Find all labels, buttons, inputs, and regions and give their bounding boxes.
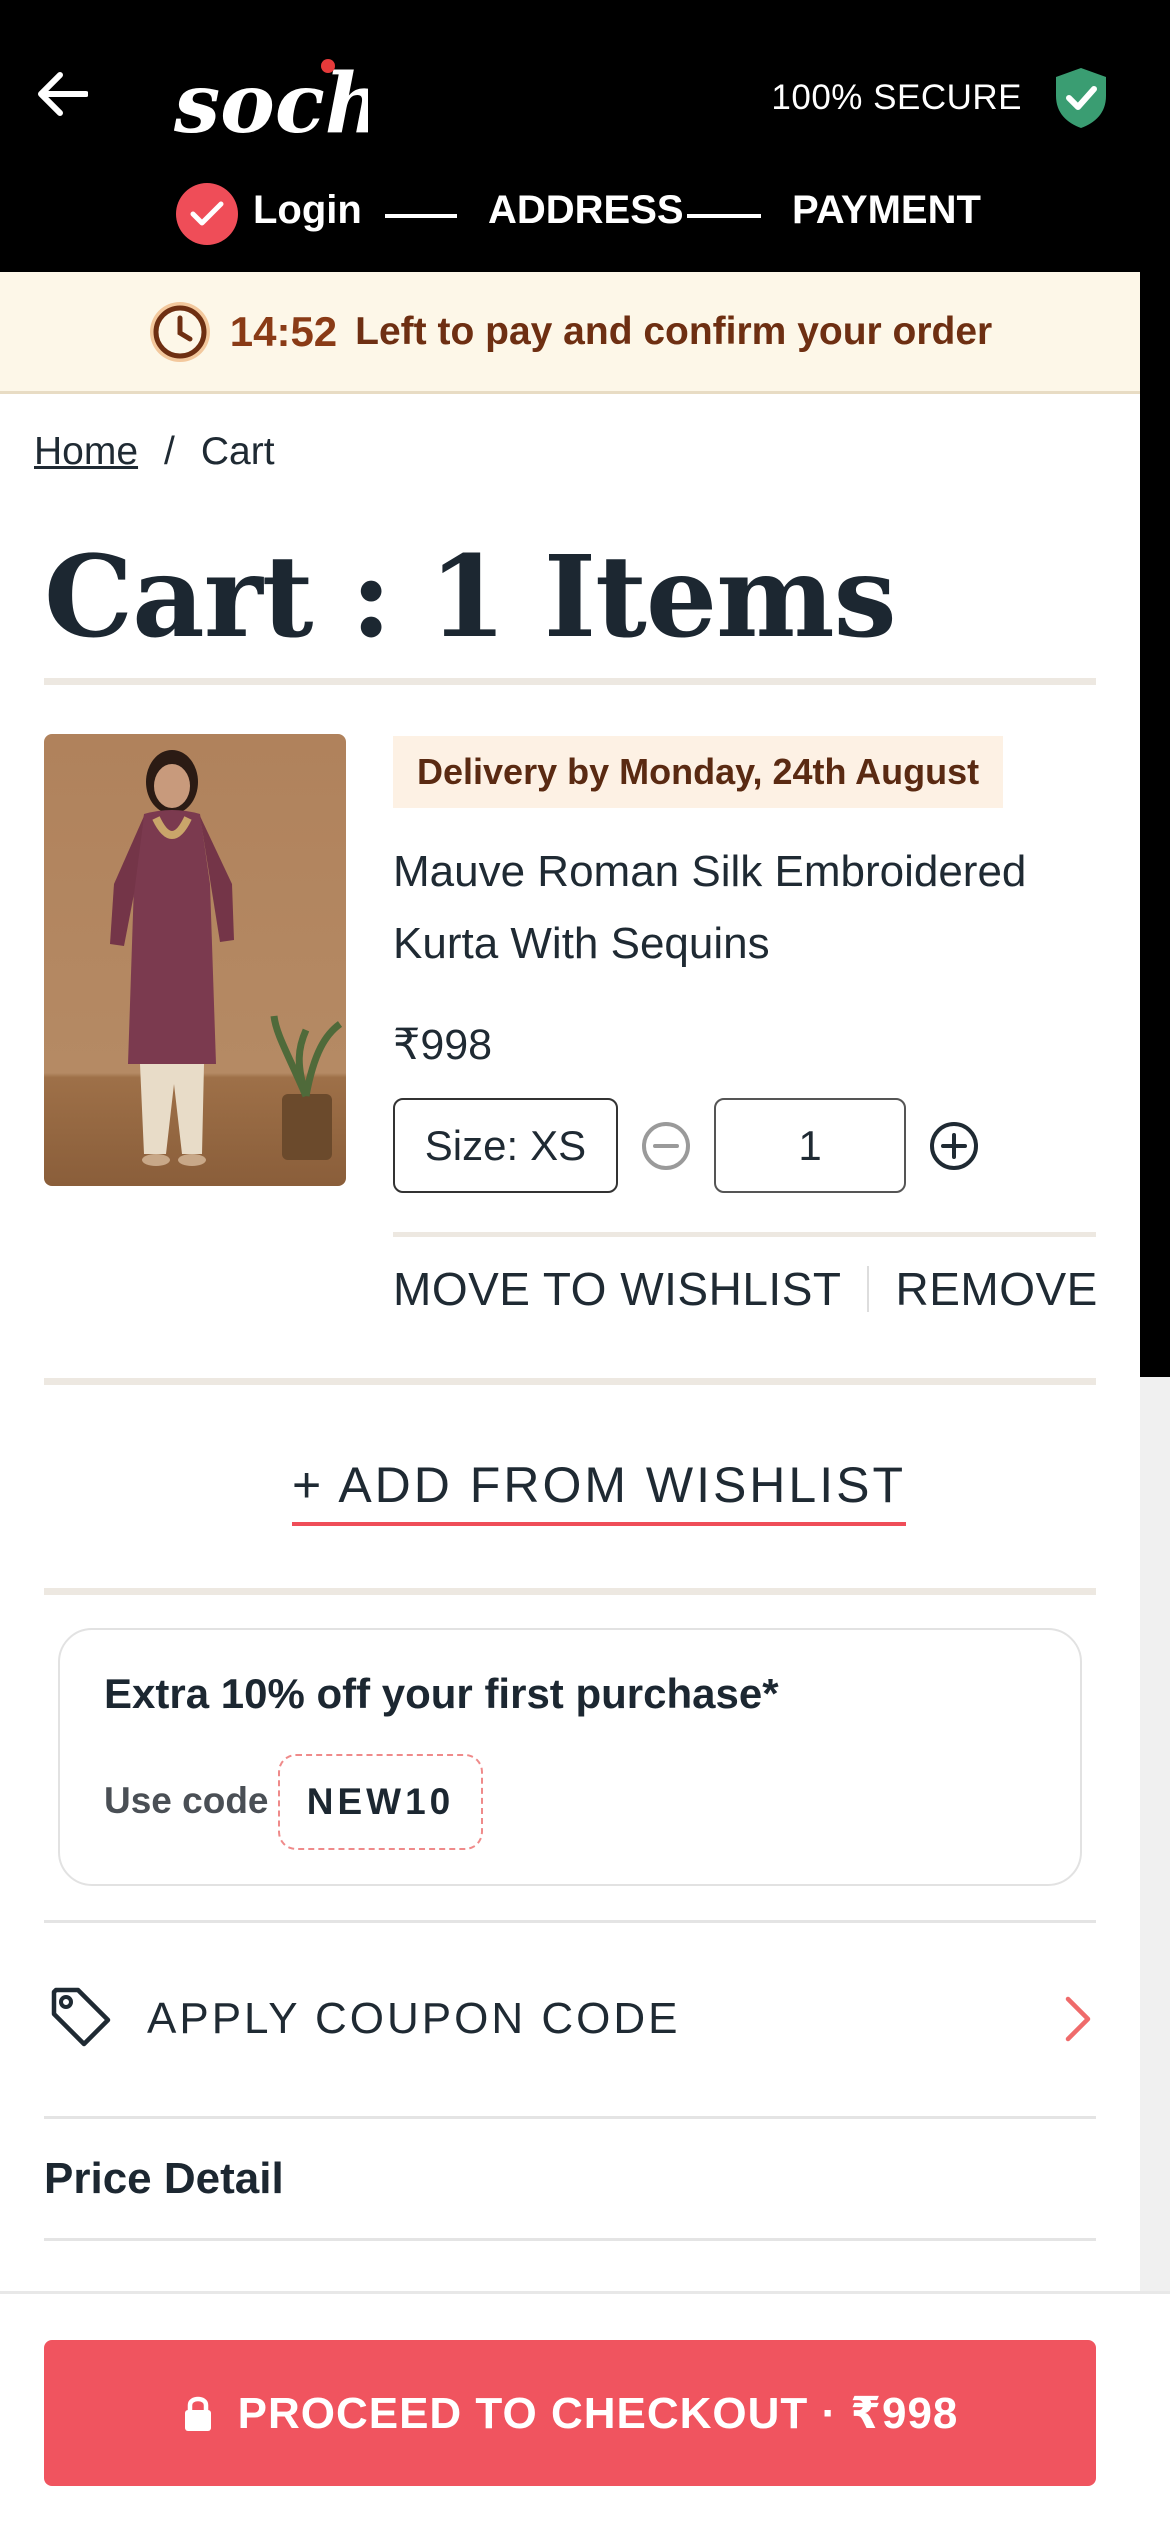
divider (44, 2116, 1096, 2119)
tag-icon (51, 1987, 111, 2047)
decrease-quantity-button[interactable] (640, 1120, 692, 1172)
apply-coupon-label: APPLY COUPON CODE (147, 1994, 681, 2043)
quantity-field[interactable]: 1 (714, 1098, 906, 1193)
checkout-header: soch 100% SECURE Login ADDRESS PAYMENT (0, 0, 1170, 272)
secure-indicator: 100% SECURE (771, 66, 1110, 130)
step-login[interactable]: Login (253, 188, 362, 233)
lock-icon (184, 2396, 211, 2431)
apply-coupon-row[interactable]: APPLY COUPON CODE (44, 1922, 1096, 2116)
check-icon (190, 201, 224, 226)
svg-text:soch: soch (173, 56, 368, 152)
remove-item-button[interactable]: REMOVE (895, 1262, 1097, 1316)
price-detail-heading: Price Detail (44, 2154, 284, 2203)
proceed-to-checkout-button[interactable]: PROCEED TO CHECKOUT · ₹998 (44, 2340, 1096, 2486)
size-label: Size: (424, 1121, 519, 1169)
brand-logo[interactable]: soch (168, 30, 384, 155)
promo-title: Extra 10% off your first purchase* (104, 1670, 779, 1717)
quantity-value: 1 (798, 1121, 822, 1169)
payment-timer-banner: 14:52 Left to pay and confirm your order (0, 272, 1140, 394)
divider (44, 1588, 1096, 1595)
delivery-date-badge: Delivery by Monday, 24th August (393, 736, 1004, 808)
divider (44, 2238, 1096, 2241)
item-actions: MOVE TO WISHLIST REMOVE (393, 1262, 1098, 1316)
add-from-wishlist-button[interactable]: + ADD FROM WISHLIST (292, 1456, 907, 1526)
shield-check-icon (1056, 68, 1106, 128)
product-image[interactable] (44, 734, 346, 1186)
divider (44, 678, 1096, 685)
increase-quantity-button[interactable] (928, 1120, 980, 1172)
step-connector (687, 214, 761, 218)
divider (393, 1232, 1096, 1237)
checkout-label: PROCEED TO CHECKOUT · ₹998 (237, 2388, 959, 2438)
product-price: ₹998 (393, 1021, 493, 1069)
checkout-steps: Login ADDRESS PAYMENT (0, 178, 1170, 248)
promo-code-chip[interactable]: NEW10 (278, 1754, 483, 1850)
arrow-left-icon (38, 72, 88, 116)
scrollbar-track-lower (1140, 1377, 1170, 2291)
breadcrumb-separator: / (164, 430, 175, 473)
action-separator (867, 1266, 870, 1312)
divider (44, 1378, 1096, 1385)
step-address: ADDRESS (488, 188, 684, 232)
breadcrumb-current: Cart (200, 430, 275, 473)
step-connector (385, 214, 457, 218)
step-login-check (176, 183, 238, 245)
size-selector[interactable]: Size: XS (393, 1098, 618, 1193)
size-value: XS (530, 1121, 587, 1169)
page-title: Cart : 1 Items (44, 532, 897, 663)
promo-use-code-label: Use code (104, 1780, 269, 1821)
breadcrumb: Home / Cart (34, 430, 275, 474)
scrollbar-track[interactable] (1140, 272, 1170, 1377)
chevron-right-icon (1065, 1996, 1091, 2042)
move-to-wishlist-button[interactable]: MOVE TO WISHLIST (393, 1262, 841, 1316)
secure-text: 100% SECURE (771, 78, 1022, 117)
step-payment: PAYMENT (792, 188, 981, 232)
breadcrumb-home[interactable]: Home (34, 430, 138, 474)
product-name[interactable]: Mauve Roman Silk Embroidered Kurta With … (393, 836, 1093, 980)
timer-text: Left to pay and confirm your order (355, 309, 993, 353)
back-button[interactable] (30, 62, 94, 126)
timer-value: 14:52 (229, 307, 338, 355)
checkout-bar: PROCEED TO CHECKOUT · ₹998 (0, 2291, 1170, 2532)
clock-icon (149, 301, 210, 362)
promo-offer-card: Extra 10% off your first purchase* Use c… (58, 1628, 1082, 1886)
